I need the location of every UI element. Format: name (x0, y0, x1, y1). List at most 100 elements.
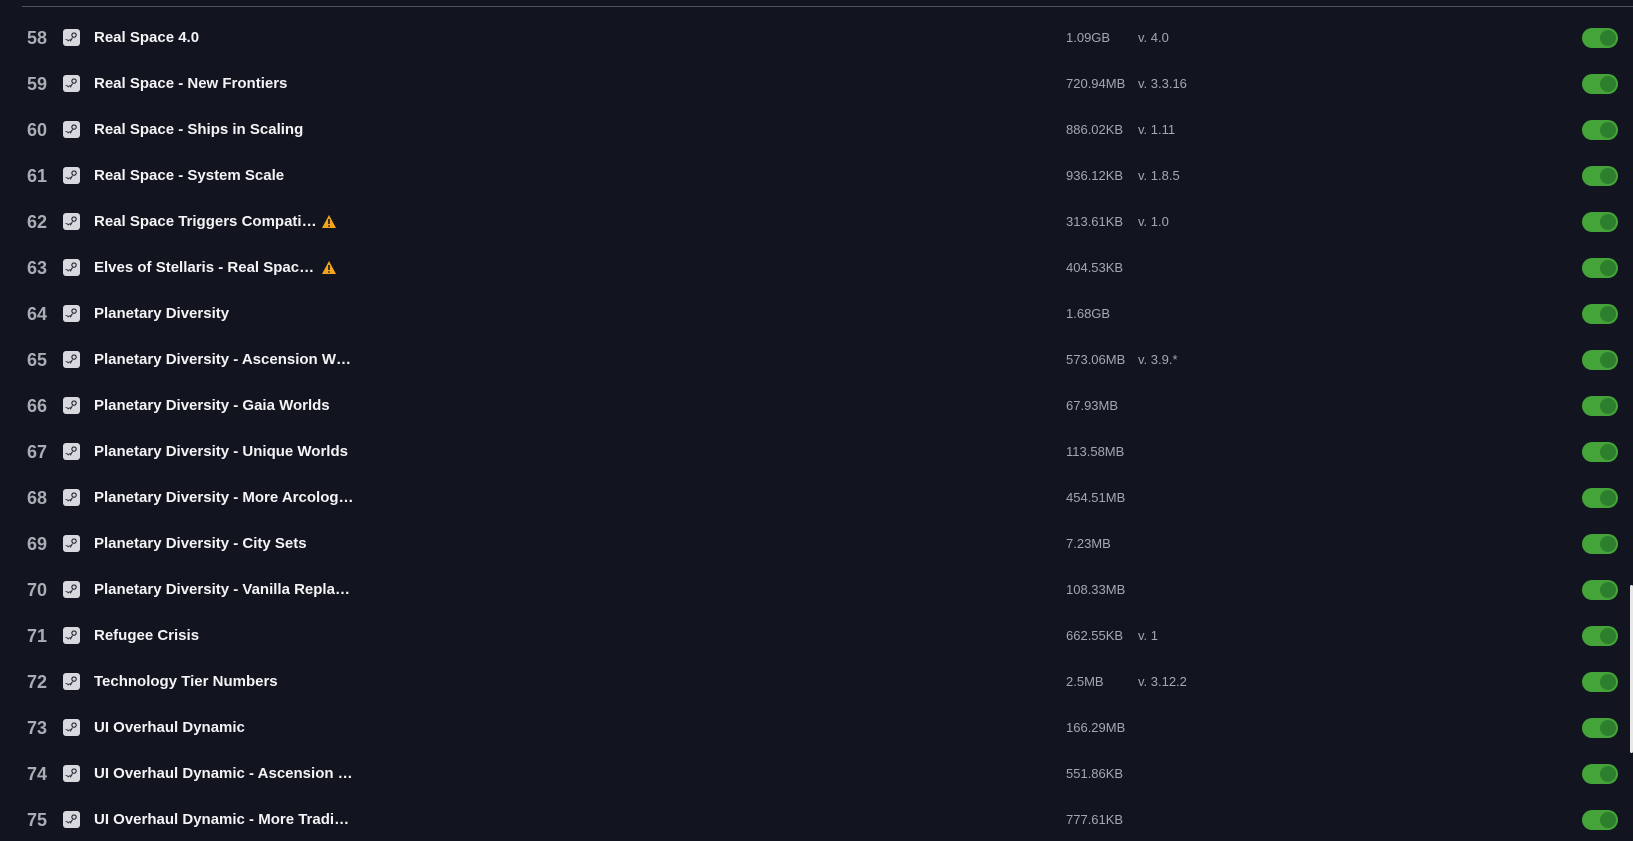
enabled-toggle[interactable] (1582, 304, 1618, 324)
mod-name: Real Space 4.0 (94, 29, 200, 46)
enabled-toggle[interactable] (1582, 718, 1618, 738)
enabled-toggle[interactable] (1582, 488, 1618, 508)
steam-icon (63, 305, 80, 322)
toggle-knob (1600, 168, 1616, 184)
mod-row[interactable]: 58 Real Space 4.0 1.09GB v. 4.0 (0, 15, 1633, 61)
mod-name: UI Overhaul Dynamic - Ascension … (94, 765, 353, 782)
toggle-knob (1600, 674, 1616, 690)
mod-row[interactable]: 68 Planetary Diversity - More Arcolog… 4… (0, 475, 1633, 521)
mod-version: v. 3.3.16 (1138, 76, 1187, 91)
steam-icon (63, 765, 80, 782)
mod-row[interactable]: 73 UI Overhaul Dynamic 166.29MB (0, 705, 1633, 751)
mod-row[interactable]: 61 Real Space - System Scale 936.12KB v.… (0, 153, 1633, 199)
mod-index: 74 (26, 764, 48, 784)
steam-icon (63, 213, 80, 230)
mod-size: 551.86KB (1066, 766, 1124, 781)
steam-icon (63, 351, 80, 368)
mod-row[interactable]: 70 Planetary Diversity - Vanilla Repla… … (0, 567, 1633, 613)
enabled-toggle[interactable] (1582, 212, 1618, 232)
mod-index: 58 (26, 28, 48, 48)
mod-row[interactable]: 60 Real Space - Ships in Scaling 886.02K… (0, 107, 1633, 153)
mod-name: Real Space - System Scale (94, 167, 285, 184)
mod-size: 313.61KB (1066, 214, 1124, 229)
mod-row[interactable]: 63 Elves of Stellaris - Real Spac… 404.5… (0, 245, 1633, 291)
mod-row[interactable]: 62 Real Space Triggers Compati… 313.61KB… (0, 199, 1633, 245)
mod-name: Planetary Diversity - Gaia Worlds (94, 397, 330, 414)
mod-size: 454.51MB (1066, 490, 1126, 505)
mod-size: 662.55KB (1066, 628, 1124, 643)
mod-row[interactable]: 71 Refugee Crisis 662.55KB v. 1 (0, 613, 1633, 659)
mod-name: Planetary Diversity (94, 305, 230, 322)
mod-version: v. 3.9.* (1138, 352, 1178, 367)
mod-row[interactable]: 67 Planetary Diversity - Unique Worlds 1… (0, 429, 1633, 475)
mod-index: 73 (26, 718, 48, 738)
enabled-toggle[interactable] (1582, 442, 1618, 462)
mod-size: 886.02KB (1066, 122, 1124, 137)
toggle-knob (1600, 214, 1616, 230)
mod-index: 60 (26, 120, 48, 140)
mod-row[interactable]: 65 Planetary Diversity - Ascension W… 57… (0, 337, 1633, 383)
enabled-toggle[interactable] (1582, 258, 1618, 278)
mod-name: Refugee Crisis (94, 627, 200, 644)
enabled-toggle[interactable] (1582, 580, 1618, 600)
mod-size: 108.33MB (1066, 582, 1126, 597)
mod-row[interactable]: 64 Planetary Diversity 1.68GB (0, 291, 1633, 337)
mod-index: 61 (26, 166, 48, 186)
mod-row[interactable]: 75 UI Overhaul Dynamic - More Tradi… 777… (0, 797, 1633, 841)
enabled-toggle[interactable] (1582, 120, 1618, 140)
mod-index: 64 (26, 304, 48, 324)
mod-row[interactable]: 59 Real Space - New Frontiers 720.94MB v… (0, 61, 1633, 107)
toggle-knob (1600, 352, 1616, 368)
enabled-toggle[interactable] (1582, 534, 1618, 554)
mod-row[interactable]: 74 UI Overhaul Dynamic - Ascension … 551… (0, 751, 1633, 797)
toggle-knob (1600, 490, 1616, 506)
mod-list-screen: 58 Real Space 4.0 1.09GB v. 4.0 59 Real … (0, 0, 1633, 841)
mod-index: 66 (26, 396, 48, 416)
mod-size: 113.58MB (1066, 444, 1125, 459)
toggle-knob (1600, 720, 1616, 736)
mod-name: Planetary Diversity - Ascension W… (94, 351, 352, 368)
mod-name: Technology Tier Numbers (94, 673, 278, 690)
mod-row[interactable]: 69 Planetary Diversity - City Sets 7.23M… (0, 521, 1633, 567)
steam-icon (63, 811, 80, 828)
mod-index: 71 (26, 626, 48, 646)
toggle-knob (1600, 398, 1616, 414)
enabled-toggle[interactable] (1582, 396, 1618, 416)
mod-size: 166.29MB (1066, 720, 1126, 735)
enabled-toggle[interactable] (1582, 350, 1618, 370)
toggle-knob (1600, 812, 1616, 828)
mod-index: 65 (26, 350, 48, 370)
steam-icon (63, 29, 80, 46)
toggle-knob (1600, 536, 1616, 552)
mod-version: v. 1.8.5 (1138, 168, 1180, 183)
warning-icon (321, 214, 337, 229)
warning-icon (321, 260, 337, 275)
mod-name: Real Space - New Frontiers (94, 75, 288, 92)
mod-version: v. 3.12.2 (1138, 674, 1187, 689)
mod-size: 1.68GB (1066, 306, 1111, 321)
mod-name: Elves of Stellaris - Real Spac… (94, 259, 315, 276)
enabled-toggle[interactable] (1582, 764, 1618, 784)
mod-version: v. 1.11 (1138, 122, 1176, 137)
enabled-toggle[interactable] (1582, 626, 1618, 646)
steam-icon (63, 443, 80, 460)
mod-name: UI Overhaul Dynamic - More Tradi… (94, 811, 350, 828)
steam-icon (63, 397, 80, 414)
toggle-knob (1600, 628, 1616, 644)
enabled-toggle[interactable] (1582, 672, 1618, 692)
mod-index: 75 (26, 810, 48, 830)
mod-size: 2.5MB (1066, 674, 1104, 689)
mod-size: 404.53KB (1066, 260, 1124, 275)
mod-row[interactable]: 66 Planetary Diversity - Gaia Worlds 67.… (0, 383, 1633, 429)
toggle-knob (1600, 766, 1616, 782)
toggle-knob (1600, 444, 1616, 460)
enabled-toggle[interactable] (1582, 810, 1618, 830)
mod-name: Planetary Diversity - More Arcolog… (94, 489, 354, 506)
enabled-toggle[interactable] (1582, 74, 1618, 94)
mod-index: 69 (26, 534, 48, 554)
mod-size: 720.94MB (1066, 76, 1126, 91)
enabled-toggle[interactable] (1582, 166, 1618, 186)
mod-row[interactable]: 72 Technology Tier Numbers 2.5MB v. 3.12… (0, 659, 1633, 705)
enabled-toggle[interactable] (1582, 28, 1618, 48)
mod-index: 67 (26, 442, 48, 462)
